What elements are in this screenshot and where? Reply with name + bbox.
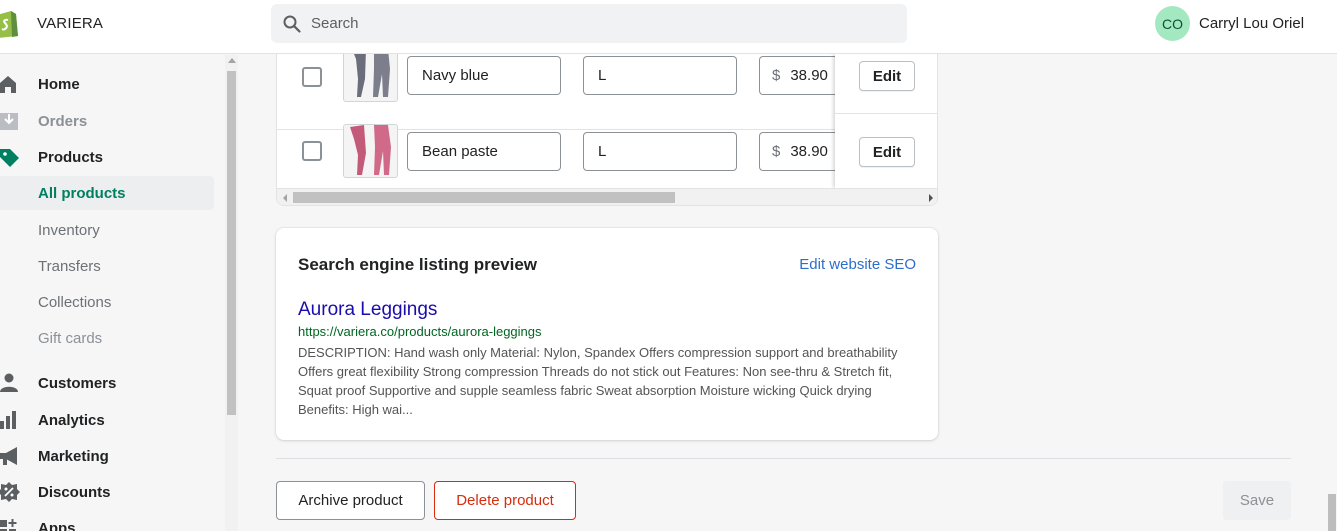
sidebar-item-collections[interactable]: Collections: [0, 285, 214, 319]
user-name[interactable]: Carryl Lou Oriel: [1199, 15, 1304, 32]
person-icon: [0, 373, 18, 392]
price-value: 38.90: [790, 67, 828, 84]
currency-symbol: $: [772, 67, 781, 84]
seo-url: https://variera.co/products/aurora-leggi…: [298, 324, 542, 339]
sidebar-item-label: All products: [38, 184, 126, 202]
seo-page-title: Aurora Leggings: [298, 299, 438, 320]
seo-description: DESCRIPTION: Hand wash only Material: Ny…: [298, 345, 898, 417]
bar-chart-icon: [0, 411, 16, 429]
top-bar: VARIERA Search CO Carryl Lou Oriel: [0, 0, 1337, 54]
price-value: 38.90: [790, 143, 828, 160]
megaphone-icon: [0, 447, 17, 465]
actions-column: Edit Edit: [835, 54, 937, 188]
section-divider: [276, 458, 1291, 459]
row-checkbox[interactable]: [302, 141, 322, 161]
sidebar-item-discounts[interactable]: Discounts: [0, 475, 214, 509]
sidebar-item-transfers[interactable]: Transfers: [0, 249, 214, 283]
currency-symbol: $: [772, 143, 781, 160]
variant-thumbnail[interactable]: [343, 54, 398, 102]
sidebar-item-label: Gift cards: [38, 329, 103, 347]
sidebar-item-label: Home: [38, 75, 80, 93]
row-divider: [835, 113, 937, 114]
home-icon: [0, 76, 16, 93]
edit-variant-button[interactable]: Edit: [859, 137, 915, 167]
edit-website-seo-link[interactable]: Edit website SEO: [799, 256, 916, 273]
price-input[interactable]: $ 38.90: [759, 132, 839, 171]
shopify-logo[interactable]: [0, 8, 20, 38]
sidebar-item-products[interactable]: Products: [0, 140, 214, 174]
sidebar-item-customers[interactable]: Customers: [0, 366, 214, 400]
scroll-left-arrow-icon[interactable]: [283, 194, 287, 202]
size-input[interactable]: L: [583, 132, 737, 171]
size-input[interactable]: L: [583, 56, 737, 95]
row-checkbox[interactable]: [302, 67, 322, 87]
store-name[interactable]: VARIERA: [37, 15, 103, 32]
sidebar-item-label: Orders: [38, 112, 88, 130]
sidebar-item-analytics[interactable]: Analytics: [0, 403, 214, 437]
sidebar-item-home[interactable]: Home: [0, 67, 214, 101]
scroll-up-arrow-icon[interactable]: [228, 58, 236, 63]
variant-thumbnail[interactable]: [343, 124, 398, 178]
sidebar-item-label: Analytics: [38, 411, 105, 429]
sidebar-item-label: Collections: [38, 293, 112, 311]
sidebar-item-all-products[interactable]: All products: [0, 176, 214, 210]
sidebar-item-gift-cards[interactable]: Gift cards: [0, 321, 214, 355]
page-scroll-thumb[interactable]: [1328, 494, 1336, 531]
sidebar-item-label: Inventory: [38, 221, 100, 239]
leggings-image: [354, 54, 390, 97]
search-bar[interactable]: Search: [271, 4, 907, 43]
sidebar-item-marketing[interactable]: Marketing: [0, 439, 214, 473]
seo-heading: Search engine listing preview: [298, 255, 538, 274]
avatar[interactable]: CO: [1155, 6, 1190, 41]
save-button[interactable]: Save: [1223, 481, 1291, 520]
leggings-image: [350, 125, 391, 175]
orders-icon: [0, 113, 18, 130]
edit-variant-button[interactable]: Edit: [859, 61, 915, 91]
apps-icon: [0, 519, 17, 531]
price-input[interactable]: $ 38.90: [759, 56, 839, 95]
tag-icon: [0, 149, 19, 167]
sidebar-item-apps[interactable]: Apps: [0, 511, 214, 531]
sidebar-item-label: Transfers: [38, 257, 101, 275]
delete-product-button[interactable]: Delete product: [434, 481, 576, 520]
sidebar-scrollbar[interactable]: [225, 55, 238, 531]
sidebar-item-label: Customers: [38, 374, 117, 392]
search-icon: [283, 15, 301, 33]
sidebar-item-inventory[interactable]: Inventory: [0, 213, 214, 247]
color-input[interactable]: Bean paste: [407, 132, 561, 171]
sidebar-item-orders[interactable]: Orders: [0, 104, 214, 138]
discount-icon: [0, 482, 20, 502]
sidebar: Home Orders Products All products Invent…: [0, 55, 238, 531]
archive-product-button[interactable]: Archive product: [276, 481, 425, 520]
search-input[interactable]: Search: [311, 15, 359, 32]
variants-table: Navy blue L $ 38.90 Bean paste L $ 38.90…: [276, 54, 938, 206]
sidebar-item-label: Marketing: [38, 447, 109, 465]
scroll-right-arrow-icon[interactable]: [929, 194, 933, 202]
table-scroll-thumb[interactable]: [293, 192, 675, 203]
seo-preview-card: Search engine listing preview Edit websi…: [276, 228, 938, 440]
page-scrollbar[interactable]: [1327, 54, 1337, 531]
table-horizontal-scrollbar[interactable]: [277, 188, 937, 205]
sidebar-item-label: Apps: [38, 519, 76, 531]
sidebar-item-label: Products: [38, 148, 104, 166]
color-input[interactable]: Navy blue: [407, 56, 561, 95]
sidebar-scroll-thumb[interactable]: [227, 71, 236, 415]
sidebar-item-label: Discounts: [38, 483, 111, 501]
